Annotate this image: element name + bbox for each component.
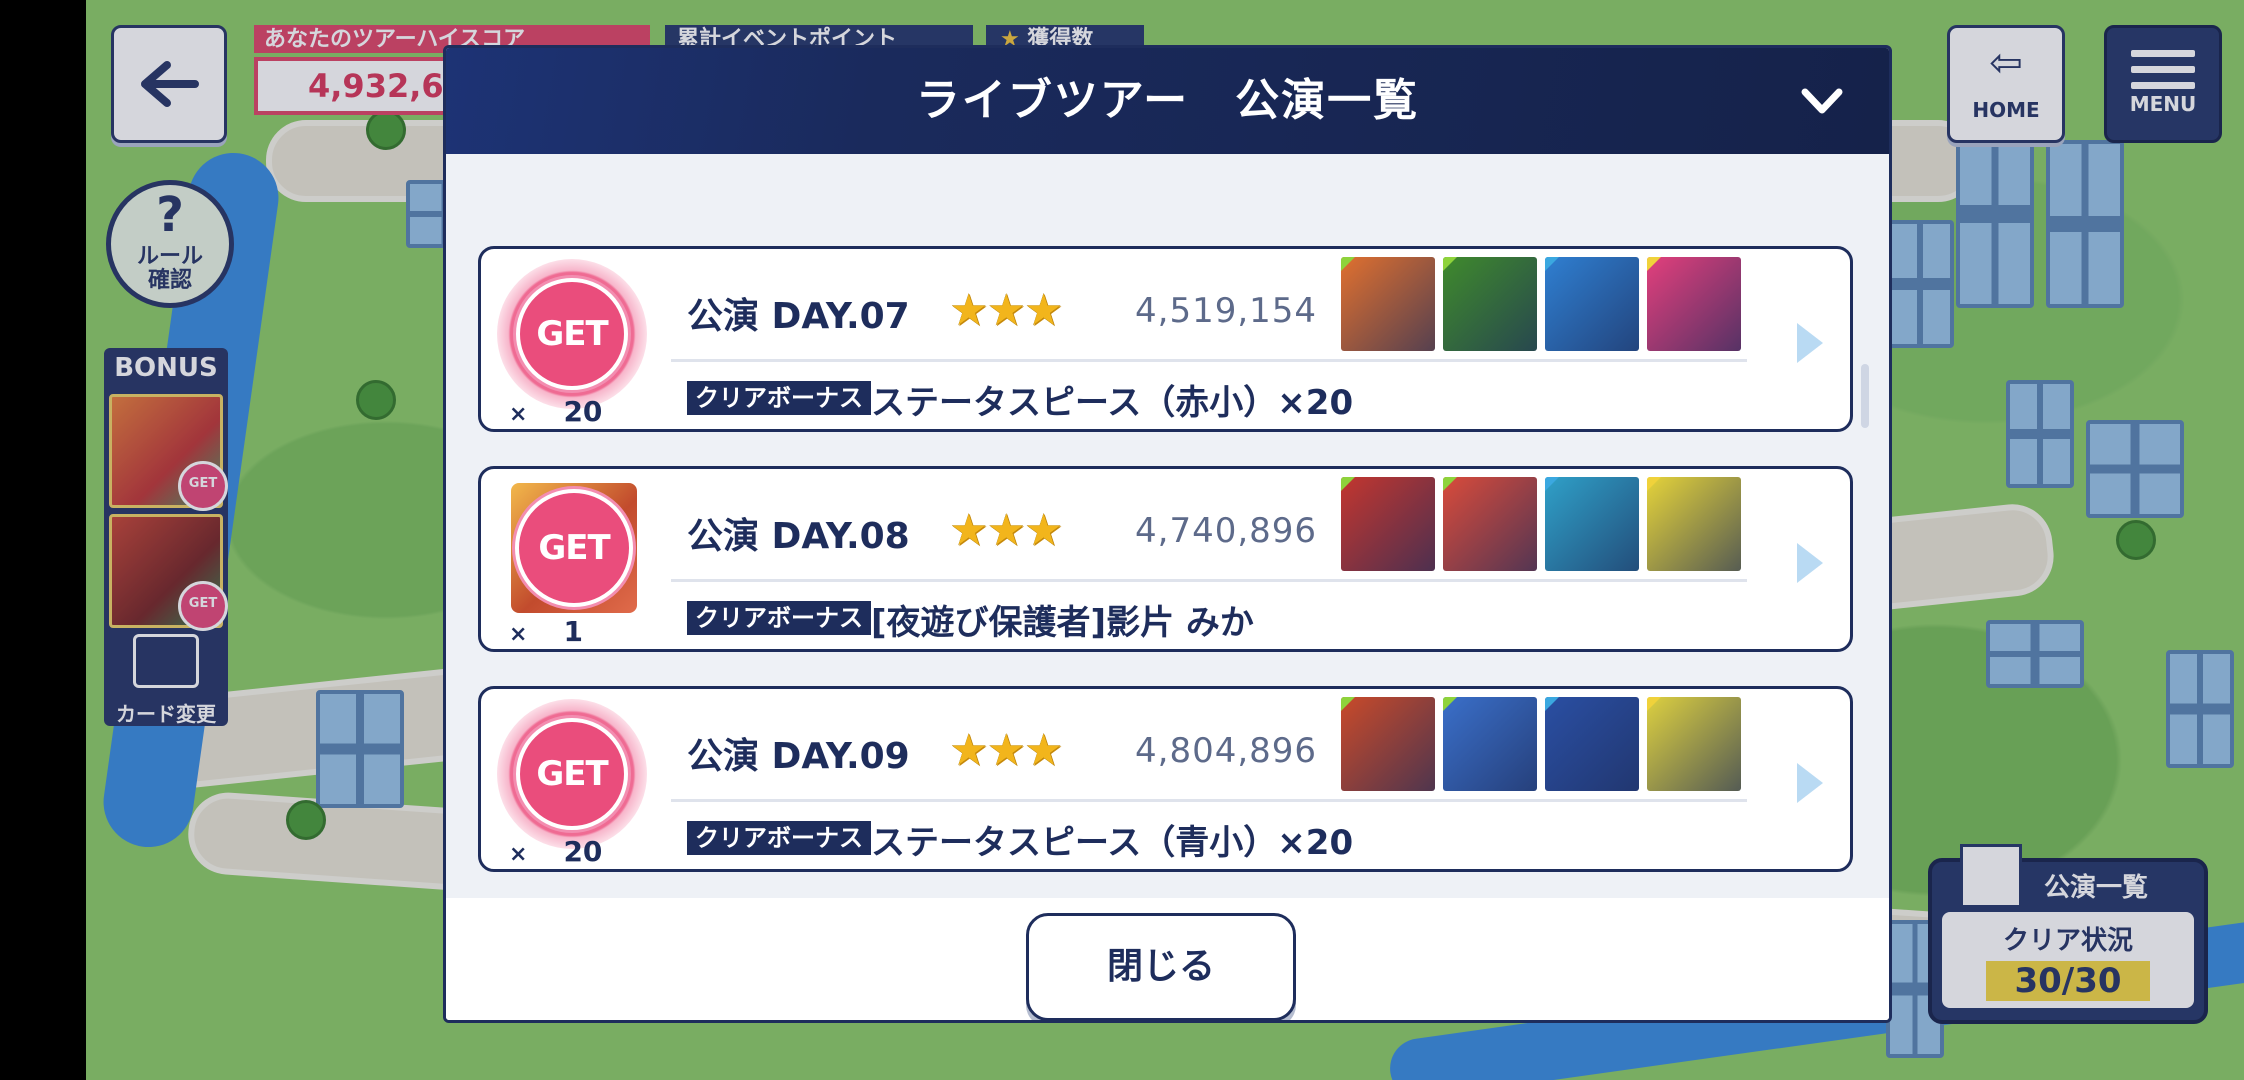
reward-quantity: × 1 xyxy=(509,615,583,648)
unit-thumbnail xyxy=(1341,697,1435,791)
modal-title: ライブツアー 公演一覧 xyxy=(915,75,1420,126)
performance-row[interactable]: GET × 1 公演 DAY.08 ★★★ 4,740,896 クリアボーナス [… xyxy=(478,466,1853,652)
unit-thumbnail xyxy=(1443,257,1537,351)
chevron-right-icon[interactable] xyxy=(1793,319,1827,367)
unit-thumbnails xyxy=(1341,477,1741,571)
performance-score: 4,740,896 xyxy=(1135,511,1318,551)
reward-quantity-value: 20 xyxy=(563,395,603,428)
reward-quantity-value: 1 xyxy=(563,615,583,648)
unit-thumbnail xyxy=(1443,697,1537,791)
reward-quantity: × 20 xyxy=(509,395,602,428)
clear-bonus-text: ステータスピース（赤小）×20 xyxy=(871,383,1354,423)
multiply-sign: × xyxy=(509,402,528,427)
unit-thumbnail xyxy=(1443,477,1537,571)
chevron-right-icon[interactable] xyxy=(1793,539,1827,587)
chevron-down-icon[interactable] xyxy=(1799,82,1845,122)
unit-thumbnails xyxy=(1341,697,1741,791)
unit-thumbnail xyxy=(1341,257,1435,351)
get-badge: GET xyxy=(497,259,647,409)
get-icon: GET xyxy=(516,718,628,830)
unit-thumbnail xyxy=(1647,477,1741,571)
get-icon: GET xyxy=(515,489,633,607)
unit-thumbnail xyxy=(1341,477,1435,571)
performance-day-title: 公演 DAY.08 xyxy=(687,516,910,557)
row-divider xyxy=(671,359,1747,362)
star-rating-icon: ★★★ xyxy=(949,725,1063,776)
multiply-sign: × xyxy=(509,622,528,647)
performance-score: 4,519,154 xyxy=(1135,291,1318,331)
get-badge: GET xyxy=(497,699,647,849)
clear-bonus-tag: クリアボーナス xyxy=(687,821,871,855)
performance-day-title: 公演 DAY.09 xyxy=(687,736,910,777)
unit-thumbnail xyxy=(1647,697,1741,791)
live-tour-modal: ライブツアー 公演一覧 GET × 20 公演 DAY.07 ★★★ 4,519,… xyxy=(443,45,1892,1023)
performance-row[interactable]: GET × 20 公演 DAY.07 ★★★ 4,519,154 クリアボーナス … xyxy=(478,246,1853,432)
unit-thumbnail xyxy=(1545,697,1639,791)
clear-bonus-tag: クリアボーナス xyxy=(687,601,871,635)
performance-day-title: 公演 DAY.07 xyxy=(687,296,910,337)
performance-list[interactable]: GET × 20 公演 DAY.07 ★★★ 4,519,154 クリアボーナス … xyxy=(446,154,1889,898)
modal-footer: 閉じる xyxy=(446,898,1889,1020)
unit-thumbnails xyxy=(1341,257,1741,351)
unit-thumbnail xyxy=(1545,257,1639,351)
performance-score: 4,804,896 xyxy=(1135,731,1318,771)
unit-thumbnail xyxy=(1647,257,1741,351)
row-divider xyxy=(671,579,1747,582)
get-badge: GET xyxy=(511,483,637,613)
clear-bonus-tag: クリアボーナス xyxy=(687,381,871,415)
clear-bonus-text: ステータスピース（青小）×20 xyxy=(871,823,1354,863)
unit-thumbnail xyxy=(1545,477,1639,571)
star-rating-icon: ★★★ xyxy=(949,285,1063,336)
performance-row[interactable]: GET × 20 公演 DAY.09 ★★★ 4,804,896 クリアボーナス … xyxy=(478,686,1853,872)
multiply-sign: × xyxy=(509,842,528,867)
modal-header: ライブツアー 公演一覧 xyxy=(446,48,1889,154)
scrollbar[interactable] xyxy=(1861,364,1869,428)
clear-bonus-text: [夜遊び保護者]影片 みか xyxy=(871,603,1254,643)
row-divider xyxy=(671,799,1747,802)
get-icon: GET xyxy=(516,278,628,390)
reward-quantity-value: 20 xyxy=(563,835,603,868)
star-rating-icon: ★★★ xyxy=(949,505,1063,556)
chevron-right-icon[interactable] xyxy=(1793,759,1827,807)
reward-quantity: × 20 xyxy=(509,835,602,868)
close-button[interactable]: 閉じる xyxy=(1026,913,1296,1020)
